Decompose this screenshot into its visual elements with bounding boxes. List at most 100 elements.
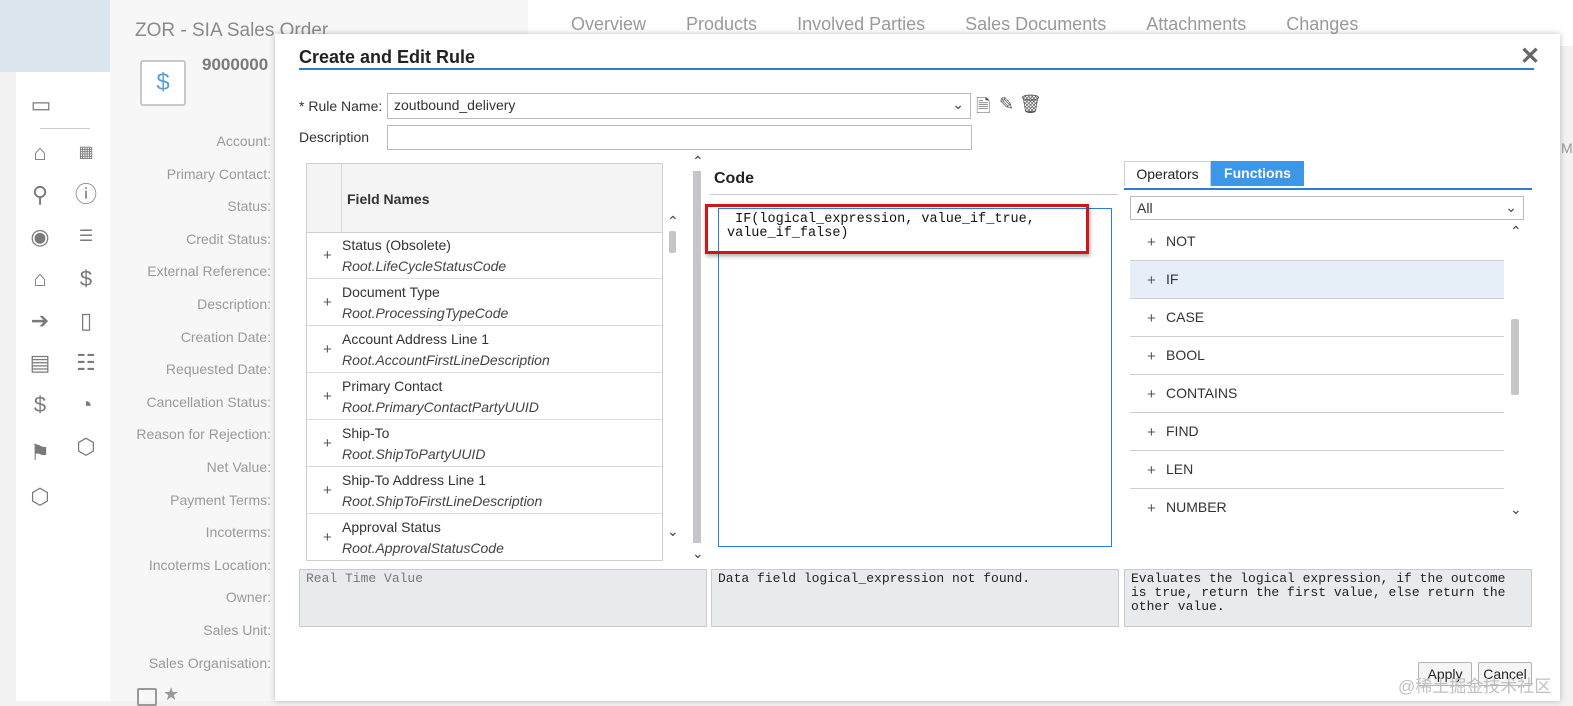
highlight-box <box>705 204 1089 254</box>
description-label: Description <box>299 129 370 145</box>
star-icon[interactable]: ★ <box>163 684 179 705</box>
add-function-icon[interactable]: + <box>1147 500 1156 517</box>
field-row[interactable]: + Ship-To Root.ShipToPartyUUID <box>307 420 662 467</box>
function-item[interactable]: + CASE <box>1130 299 1504 337</box>
field-row[interactable]: + Status (Obsolete) Root.LifeCycleStatusCo… <box>307 232 662 279</box>
home-icon[interactable]: ⌂ <box>27 140 53 166</box>
tab-functions[interactable]: Functions <box>1211 161 1304 186</box>
field-label: External Reference: <box>147 263 271 280</box>
checkbox-icon[interactable] <box>137 688 157 706</box>
field-path: Root.ShipToFirstLineDescription <box>342 493 543 509</box>
add-function-icon[interactable]: + <box>1147 424 1156 441</box>
close-icon[interactable]: ✕ <box>1520 42 1540 71</box>
add-field-icon[interactable]: + <box>323 529 332 546</box>
map-icon[interactable]: ⚑ <box>27 440 53 466</box>
field-label: Incoterms: <box>205 524 271 541</box>
edit-icon[interactable]: ✎ <box>999 94 1014 115</box>
field-path: Root.ApprovalStatusCode <box>342 540 504 556</box>
function-list: + NOT + IF + CASE + BOOL + CONTAINS + FIND + LEN + NUMB… <box>1130 223 1505 526</box>
function-item[interactable]: + CONTAINS <box>1130 375 1504 413</box>
function-item[interactable]: + NUMBER <box>1130 489 1504 526</box>
field-name: Ship-To <box>342 425 390 441</box>
invoice-icon[interactable]: $ <box>27 392 53 418</box>
scroll-down-icon[interactable]: ⌄ <box>1510 501 1522 518</box>
function-item[interactable]: + FIND <box>1130 413 1504 451</box>
rule-name-value: zoutbound_delivery <box>394 97 516 113</box>
add-function-icon[interactable]: + <box>1147 272 1156 289</box>
notebook-icon[interactable]: ▯ <box>73 308 99 334</box>
operator-function-tabs: Operators Functions <box>1124 161 1532 190</box>
transfer-icon[interactable]: ➔ <box>27 308 53 334</box>
object-tab[interactable]: Products <box>686 14 757 35</box>
field-label: Payment Terms: <box>170 491 271 508</box>
function-name: CASE <box>1166 309 1205 325</box>
scroll-up-icon[interactable]: ⌃ <box>667 213 679 230</box>
pane-splitter[interactable]: ⌃ ⌄ <box>692 153 704 561</box>
add-function-icon[interactable]: + <box>1147 310 1156 327</box>
scroll-up-icon[interactable]: ⌃ <box>1510 223 1522 240</box>
function-item[interactable]: + LEN <box>1130 451 1504 489</box>
new-rule-icon[interactable]: 🗎 <box>976 94 990 124</box>
field-names-table: Field Names + Status (Obsolete) Root.LifeC… <box>306 163 663 561</box>
add-field-icon[interactable]: + <box>323 388 332 405</box>
object-tabs: Overview Products Involved Parties Sales Do… <box>571 14 1358 35</box>
splitter-down-icon[interactable]: ⌄ <box>692 545 704 562</box>
function-item[interactable]: + NOT <box>1130 223 1504 261</box>
contact-list-icon[interactable]: ☰ <box>73 224 99 250</box>
chat-icon[interactable]: ▭ <box>28 92 54 118</box>
add-field-icon[interactable]: + <box>323 341 332 358</box>
rule-name-select[interactable]: zoutbound_delivery ⌄ <box>387 93 971 119</box>
delete-icon[interactable]: 🗑 <box>1019 94 1042 115</box>
header-separator <box>662 164 663 232</box>
list-icon[interactable]: ☷ <box>73 350 99 376</box>
object-tab[interactable]: Changes <box>1286 14 1358 35</box>
function-filter-select[interactable]: All ⌄ <box>1130 196 1524 220</box>
alert-icon[interactable]: ⓘ <box>73 182 99 208</box>
scrollbar-thumb[interactable] <box>1511 319 1519 395</box>
person-icon[interactable]: ◉ <box>27 224 53 250</box>
add-field-icon[interactable]: + <box>323 294 332 311</box>
field-label: Credit Status: <box>186 230 271 247</box>
search-icon[interactable]: ⚲ <box>27 182 53 208</box>
field-label: Primary Contact: <box>166 165 271 182</box>
field-name: Primary Contact <box>342 378 443 394</box>
code-editor[interactable]: IF(logical_expression, value_if_true, va… <box>718 208 1112 547</box>
add-function-icon[interactable]: + <box>1147 234 1156 251</box>
add-field-icon[interactable]: + <box>323 482 332 499</box>
splitter-up-icon[interactable]: ⌃ <box>692 153 704 170</box>
add-function-icon[interactable]: + <box>1147 462 1156 479</box>
add-field-icon[interactable]: + <box>323 247 332 264</box>
currency-icon[interactable]: $ <box>73 266 99 292</box>
function-name: NOT <box>1166 233 1196 249</box>
field-row[interactable]: + Approval Status Root.ApprovalStatusCode <box>307 514 662 560</box>
function-name: IF <box>1166 271 1179 287</box>
object-tab[interactable]: Attachments <box>1146 14 1246 35</box>
field-table-scrollbar[interactable]: ⌃ ⌄ <box>664 163 682 561</box>
object-tab[interactable]: Overview <box>571 14 646 35</box>
add-field-icon[interactable]: + <box>323 435 332 452</box>
field-row[interactable]: + Document Type Root.ProcessingTypeCode <box>307 279 662 326</box>
function-item[interactable]: + IF <box>1130 261 1504 299</box>
field-row[interactable]: + Primary Contact Root.PrimaryContactParty… <box>307 373 662 420</box>
field-name: Ship-To Address Line 1 <box>342 472 486 488</box>
field-row[interactable]: + Account Address Line 1 Root.AccountFirst… <box>307 326 662 373</box>
scrollbar-thumb[interactable] <box>669 231 676 253</box>
chart-icon[interactable]: ◔ <box>73 392 99 418</box>
object-tab[interactable]: Sales Documents <box>965 14 1106 35</box>
box-icon[interactable]: ⬡ <box>73 434 99 460</box>
description-input[interactable] <box>387 125 972 150</box>
field-row[interactable]: + Ship-To Address Line 1 Root.ShipToFirstL… <box>307 467 662 514</box>
calendar-icon[interactable]: ▦ <box>73 140 99 166</box>
add-function-icon[interactable]: + <box>1147 386 1156 403</box>
quote-icon[interactable]: ▤ <box>27 350 53 376</box>
shell-header <box>0 0 110 72</box>
field-label: Status: <box>227 198 271 215</box>
org-chart-icon[interactable]: ⌂ <box>27 266 53 292</box>
package-icon[interactable]: ⬡ <box>27 484 53 510</box>
add-function-icon[interactable]: + <box>1147 348 1156 365</box>
tab-operators[interactable]: Operators <box>1124 161 1211 186</box>
function-item[interactable]: + BOOL <box>1130 337 1504 375</box>
scroll-down-icon[interactable]: ⌄ <box>667 523 679 540</box>
object-tab[interactable]: Involved Parties <box>797 14 925 35</box>
function-list-scrollbar[interactable]: ⌃ ⌄ <box>1505 223 1524 526</box>
